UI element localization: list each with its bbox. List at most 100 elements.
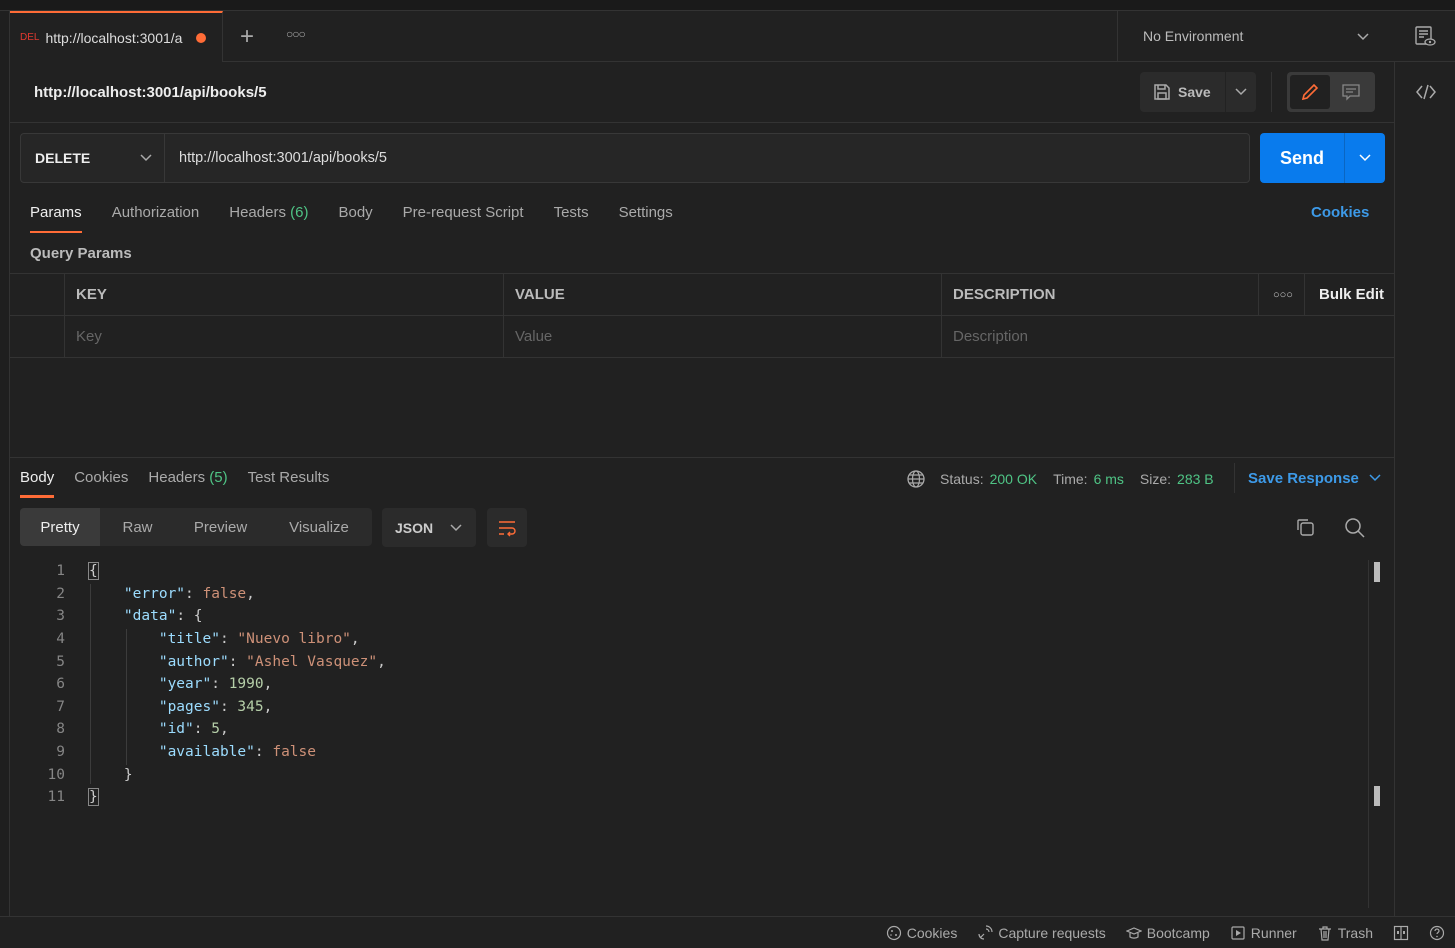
copy-icon	[1297, 519, 1314, 536]
tab-response-cookies[interactable]: Cookies	[74, 469, 128, 486]
tab-response-body[interactable]: Body	[20, 469, 55, 498]
search-button[interactable]	[1344, 517, 1366, 539]
save-response-button[interactable]: Save Response	[1234, 463, 1381, 493]
statusbar-bootcamp[interactable]: Bootcamp	[1125, 925, 1210, 941]
tab-body[interactable]: Body	[338, 204, 372, 221]
code-token: "data"	[123, 608, 177, 625]
cookie-icon	[886, 925, 901, 940]
code-snippet-button[interactable]	[1415, 82, 1437, 102]
url-input[interactable]: http://localhost:3001/api/books/5	[164, 133, 1250, 183]
response-body-editor[interactable]: 1{2 "error": false, 3 "data": {4 "title":…	[20, 560, 386, 809]
row-checkbox[interactable]	[10, 316, 65, 357]
view-visualize[interactable]: Visualize	[266, 508, 372, 546]
tab-method: DEL	[20, 32, 40, 43]
code-line: 3 "data": {	[20, 605, 386, 628]
copy-button[interactable]	[1295, 517, 1315, 537]
tab-test-results[interactable]: Test Results	[248, 469, 330, 486]
environment-label: No Environment	[1143, 28, 1244, 44]
wrap-lines-button[interactable]	[487, 508, 527, 547]
code-token: :	[185, 585, 203, 602]
send-options-button[interactable]	[1345, 133, 1385, 183]
code-line: 2 "error": false,	[20, 583, 386, 606]
chevron-down-icon	[1359, 154, 1371, 162]
method-select[interactable]: DELETE	[20, 133, 165, 183]
status-label: Status:	[940, 471, 984, 487]
status-value[interactable]: 200 OK	[990, 471, 1037, 487]
help-button[interactable]	[1429, 925, 1445, 941]
tab-settings[interactable]: Settings	[619, 204, 673, 221]
view-pretty[interactable]: Pretty	[20, 508, 100, 546]
statusbar-runner[interactable]: Runner	[1230, 925, 1297, 941]
tab-authorization[interactable]: Authorization	[112, 204, 200, 221]
method-label: DELETE	[35, 150, 91, 166]
value-input[interactable]: Value	[504, 316, 942, 357]
tab-headers[interactable]: Headers (6)	[229, 204, 308, 221]
statusbar-trash-label: Trash	[1337, 924, 1373, 941]
save-options-button[interactable]	[1225, 72, 1256, 112]
cookies-link[interactable]: Cookies	[1311, 204, 1369, 221]
edit-mode-button[interactable]	[1290, 75, 1330, 109]
view-raw[interactable]: Raw	[100, 508, 175, 546]
statusbar-capture-requests[interactable]: Capture requests	[977, 925, 1106, 941]
chevron-down-icon	[140, 154, 152, 162]
code-token: "pages"	[158, 698, 220, 715]
environment-quick-look-button[interactable]	[1395, 11, 1455, 62]
two-pane-toggle[interactable]	[1393, 925, 1409, 941]
statusbar-trash[interactable]: Trash	[1317, 925, 1373, 941]
line-number: 10	[47, 766, 65, 783]
tab-pre-request-script[interactable]: Pre-request Script	[403, 204, 524, 221]
save-button[interactable]: Save	[1140, 72, 1225, 112]
send-button[interactable]: Send	[1260, 133, 1345, 183]
tab-tests[interactable]: Tests	[554, 204, 589, 221]
code-line: 1{	[20, 560, 386, 583]
line-number: 1	[56, 563, 65, 580]
environment-select[interactable]: No Environment	[1117, 11, 1395, 62]
request-tab[interactable]: DEL http://localhost:3001/a	[10, 11, 223, 62]
time-value[interactable]: 6 ms	[1094, 471, 1124, 487]
comments-button[interactable]	[1330, 75, 1372, 109]
title-strip	[0, 0, 1455, 11]
line-number: 11	[47, 789, 65, 806]
format-select[interactable]: JSON	[382, 508, 476, 547]
column-key: KEY	[65, 274, 504, 315]
tab-headers-label: Headers	[229, 204, 286, 221]
checkbox-column	[10, 274, 65, 315]
code-line: 10 }	[20, 763, 386, 786]
view-mode-segment: Pretty Raw Preview Visualize	[20, 508, 372, 546]
environment-eye-icon	[1415, 26, 1436, 46]
new-tab-button[interactable]: +	[240, 23, 254, 51]
code-token: 345	[237, 698, 264, 715]
tab-response-headers[interactable]: Headers (5)	[148, 469, 227, 486]
line-number: 8	[56, 721, 65, 738]
request-title[interactable]: http://localhost:3001/api/books/5	[34, 84, 267, 101]
key-input[interactable]: Key	[65, 316, 504, 357]
size-value[interactable]: 283 B	[1177, 471, 1214, 487]
wrap-lines-icon	[499, 520, 516, 536]
editor-scrollbar[interactable]	[1368, 560, 1369, 908]
line-number: 4	[56, 631, 65, 648]
code-icon	[1416, 84, 1436, 100]
statusbar-cookies[interactable]: Cookies	[886, 925, 957, 941]
tab-params[interactable]: Params	[30, 204, 82, 233]
view-preview[interactable]: Preview	[175, 508, 266, 546]
bulk-edit-button[interactable]: Bulk Edit	[1305, 274, 1394, 315]
divider	[10, 122, 1394, 123]
code-token: "year"	[158, 676, 212, 693]
code-line: 6 "year": 1990,	[20, 673, 386, 696]
line-number: 6	[56, 676, 65, 693]
divider	[1271, 72, 1272, 112]
response-divider[interactable]	[10, 457, 1394, 458]
table-options-icon[interactable]: ○○○	[1259, 274, 1305, 315]
code-token: "available"	[158, 744, 255, 761]
description-input[interactable]: Description	[942, 316, 1394, 357]
code-token: ,	[263, 698, 273, 715]
chevron-down-icon	[450, 523, 462, 531]
chevron-down-icon	[1235, 88, 1247, 96]
code-line: 9 "available": false	[20, 741, 386, 764]
more-tabs-icon[interactable]: ○○○	[286, 27, 306, 41]
statusbar-runner-label: Runner	[1250, 924, 1297, 941]
globe-icon[interactable]	[906, 469, 926, 489]
